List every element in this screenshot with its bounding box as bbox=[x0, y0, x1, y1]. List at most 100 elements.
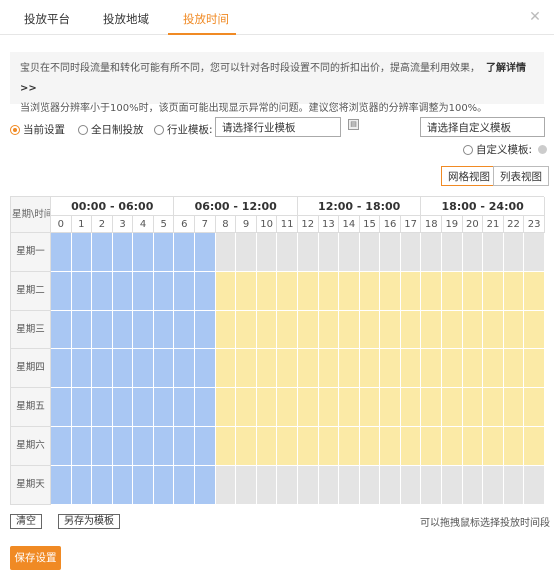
schedule-cell[interactable] bbox=[462, 427, 484, 466]
day-label[interactable]: 星期三 bbox=[11, 310, 51, 350]
schedule-cell[interactable] bbox=[51, 310, 72, 350]
schedule-cell[interactable] bbox=[174, 271, 196, 311]
grid-view-button[interactable]: 网格视图 bbox=[441, 166, 497, 186]
hour-header[interactable]: 13 bbox=[318, 216, 340, 233]
hour-header[interactable]: 9 bbox=[236, 216, 257, 233]
radio-industry-template[interactable]: 行业模板: bbox=[154, 122, 213, 137]
schedule-cell[interactable] bbox=[153, 388, 175, 427]
schedule-cell[interactable] bbox=[359, 388, 381, 427]
schedule-cell[interactable] bbox=[462, 388, 484, 427]
schedule-cell[interactable] bbox=[483, 465, 504, 505]
schedule-cell[interactable] bbox=[256, 349, 278, 389]
schedule-cell[interactable] bbox=[442, 427, 463, 466]
schedule-cell[interactable] bbox=[297, 310, 319, 350]
schedule-cell[interactable] bbox=[92, 271, 113, 311]
schedule-cell[interactable] bbox=[92, 388, 113, 427]
schedule-cell[interactable] bbox=[400, 349, 422, 389]
radio-current-settings[interactable]: 当前设置 bbox=[10, 122, 65, 137]
schedule-cell[interactable] bbox=[153, 310, 175, 350]
schedule-cell[interactable] bbox=[359, 271, 381, 311]
schedule-cell[interactable] bbox=[215, 427, 237, 466]
schedule-cell[interactable] bbox=[112, 271, 134, 311]
schedule-cell[interactable] bbox=[174, 427, 196, 466]
schedule-cell[interactable] bbox=[483, 349, 504, 389]
schedule-cell[interactable] bbox=[174, 310, 196, 350]
schedule-cell[interactable] bbox=[256, 310, 278, 350]
schedule-cell[interactable] bbox=[483, 388, 504, 427]
schedule-cell[interactable] bbox=[483, 427, 504, 466]
schedule-cell[interactable] bbox=[462, 233, 484, 272]
schedule-cell[interactable] bbox=[483, 310, 504, 350]
schedule-cell[interactable] bbox=[462, 310, 484, 350]
schedule-cell[interactable] bbox=[400, 233, 422, 272]
schedule-cell[interactable] bbox=[339, 271, 360, 311]
schedule-cell[interactable] bbox=[524, 349, 545, 389]
schedule-cell[interactable] bbox=[195, 233, 216, 272]
schedule-cell[interactable] bbox=[92, 349, 113, 389]
hour-header[interactable]: 2 bbox=[92, 216, 113, 233]
schedule-cell[interactable] bbox=[277, 388, 298, 427]
schedule-cell[interactable] bbox=[277, 233, 298, 272]
schedule-cell[interactable] bbox=[359, 465, 381, 505]
hour-header[interactable]: 6 bbox=[174, 216, 196, 233]
schedule-cell[interactable] bbox=[51, 271, 72, 311]
schedule-cell[interactable] bbox=[92, 427, 113, 466]
schedule-cell[interactable] bbox=[174, 465, 196, 505]
schedule-cell[interactable] bbox=[195, 427, 216, 466]
schedule-cell[interactable] bbox=[236, 465, 257, 505]
day-label[interactable]: 星期一 bbox=[11, 233, 51, 272]
schedule-cell[interactable] bbox=[277, 427, 298, 466]
schedule-cell[interactable] bbox=[174, 388, 196, 427]
schedule-cell[interactable] bbox=[442, 349, 463, 389]
schedule-cell[interactable] bbox=[215, 271, 237, 311]
schedule-cell[interactable] bbox=[483, 233, 504, 272]
schedule-cell[interactable] bbox=[133, 465, 154, 505]
schedule-cell[interactable] bbox=[524, 427, 545, 466]
schedule-cell[interactable] bbox=[380, 465, 401, 505]
schedule-cell[interactable] bbox=[153, 349, 175, 389]
schedule-cell[interactable] bbox=[400, 388, 422, 427]
schedule-cell[interactable] bbox=[133, 233, 154, 272]
schedule-cell[interactable] bbox=[503, 465, 525, 505]
schedule-cell[interactable] bbox=[400, 310, 422, 350]
hour-header[interactable]: 18 bbox=[421, 216, 443, 233]
schedule-cell[interactable] bbox=[380, 271, 401, 311]
schedule-cell[interactable] bbox=[524, 271, 545, 311]
template-icon[interactable]: ▤ bbox=[348, 119, 359, 130]
schedule-cell[interactable] bbox=[195, 349, 216, 389]
period-header[interactable]: 06:00 - 12:00 bbox=[174, 197, 298, 216]
schedule-cell[interactable] bbox=[339, 233, 360, 272]
schedule-cell[interactable] bbox=[236, 233, 257, 272]
save-settings-button[interactable]: 保存设置 bbox=[10, 546, 61, 570]
hour-header[interactable]: 12 bbox=[297, 216, 319, 233]
schedule-cell[interactable] bbox=[359, 310, 381, 350]
schedule-cell[interactable] bbox=[524, 310, 545, 350]
hour-header[interactable]: 7 bbox=[195, 216, 216, 233]
hour-header[interactable]: 17 bbox=[400, 216, 422, 233]
schedule-cell[interactable] bbox=[318, 349, 340, 389]
hour-header[interactable]: 8 bbox=[215, 216, 237, 233]
schedule-cell[interactable] bbox=[215, 465, 237, 505]
schedule-cell[interactable] bbox=[133, 388, 154, 427]
hour-header[interactable]: 5 bbox=[153, 216, 175, 233]
schedule-cell[interactable] bbox=[51, 427, 72, 466]
schedule-cell[interactable] bbox=[339, 388, 360, 427]
schedule-cell[interactable] bbox=[503, 233, 525, 272]
schedule-cell[interactable] bbox=[133, 427, 154, 466]
schedule-cell[interactable] bbox=[133, 349, 154, 389]
schedule-cell[interactable] bbox=[215, 349, 237, 389]
schedule-cell[interactable] bbox=[297, 233, 319, 272]
schedule-cell[interactable] bbox=[318, 388, 340, 427]
schedule-cell[interactable] bbox=[297, 349, 319, 389]
schedule-cell[interactable] bbox=[112, 349, 134, 389]
schedule-cell[interactable] bbox=[92, 233, 113, 272]
industry-template-select[interactable]: 请选择行业模板 bbox=[215, 117, 341, 137]
schedule-cell[interactable] bbox=[92, 465, 113, 505]
schedule-cell[interactable] bbox=[133, 271, 154, 311]
schedule-cell[interactable] bbox=[153, 271, 175, 311]
schedule-cell[interactable] bbox=[51, 388, 72, 427]
hour-header[interactable]: 4 bbox=[133, 216, 154, 233]
schedule-cell[interactable] bbox=[71, 427, 93, 466]
schedule-cell[interactable] bbox=[524, 233, 545, 272]
schedule-cell[interactable] bbox=[421, 388, 443, 427]
